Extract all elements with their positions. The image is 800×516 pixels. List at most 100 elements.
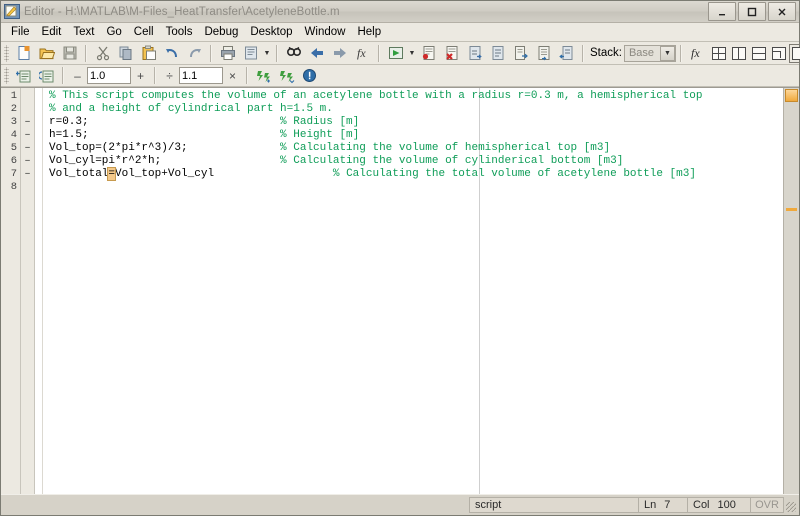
code-line[interactable]: h=1.5; % Height [m]	[43, 129, 783, 142]
menu-tools[interactable]: Tools	[160, 25, 199, 39]
statusbar: script Ln 7 Col 100 OVR	[1, 494, 799, 515]
step-in-button[interactable]	[486, 43, 509, 64]
line-number: 6	[10, 155, 17, 167]
fx-browser-button[interactable]: fx	[686, 43, 709, 64]
maximize-layout-icon[interactable]	[788, 43, 800, 63]
save-button[interactable]	[58, 43, 81, 64]
tile-2-vertical-icon[interactable]	[731, 46, 746, 60]
line-number: 5	[10, 142, 17, 154]
tile-4-icon[interactable]	[711, 46, 726, 60]
breakpoint-mark[interactable]: –	[21, 129, 34, 142]
menu-window[interactable]: Window	[299, 25, 352, 39]
find-button[interactable]	[282, 43, 305, 64]
insert-cell-divider-icon[interactable]	[12, 65, 35, 86]
line-number: 7	[10, 168, 17, 180]
print-button[interactable]	[216, 43, 239, 64]
function-browser-button[interactable]: fx	[351, 43, 374, 64]
paste-button[interactable]	[137, 43, 160, 64]
exit-debug-button[interactable]	[555, 43, 578, 64]
decrement-label: –	[74, 68, 81, 83]
code-token: Vol_total	[49, 168, 109, 180]
undo-button[interactable]	[160, 43, 183, 64]
code-line[interactable]: Vol_cyl=pi*r^2*h; % Calculating the volu…	[43, 155, 783, 168]
main-toolbar: ▼ fx ▼ Stack: Base ▼ fx	[1, 42, 800, 65]
code-line[interactable]: r=0.3; % Radius [m]	[43, 116, 783, 129]
code-line[interactable]: Vol_top=(2*pi*r^3)/3; % Calculating the …	[43, 142, 783, 155]
evaluate-cell-icon[interactable]	[252, 65, 275, 86]
cell-divide-input[interactable]	[179, 67, 223, 84]
multiply-label: ×	[228, 68, 236, 83]
new-file-button[interactable]	[12, 43, 35, 64]
menu-help[interactable]: Help	[351, 25, 387, 39]
overwrite-status: OVR	[750, 497, 784, 513]
minimize-button[interactable]	[708, 2, 736, 21]
run-button[interactable]	[384, 43, 407, 64]
copy-button[interactable]	[114, 43, 137, 64]
menu-debug[interactable]: Debug	[198, 25, 244, 39]
code-line[interactable]: % This script computes the volume of an …	[43, 90, 783, 103]
menu-desktop[interactable]: Desktop	[244, 25, 298, 39]
float-icon[interactable]	[771, 46, 786, 60]
column-status: Col 100	[687, 497, 751, 513]
toolbar-separator	[276, 44, 278, 62]
open-file-button[interactable]	[35, 43, 58, 64]
set-breakpoint-button[interactable]	[417, 43, 440, 64]
stack-combo[interactable]: Base ▼	[623, 44, 676, 62]
breakpoint-mark[interactable]: –	[21, 155, 34, 168]
breakpoint-mark[interactable]: –	[21, 168, 34, 181]
vertical-scrollbar[interactable]	[783, 88, 799, 494]
evaluate-cell-advance-icon[interactable]	[275, 65, 298, 86]
step-out-button[interactable]	[509, 43, 532, 64]
back-button[interactable]	[305, 43, 328, 64]
code-lines: % This script computes the volume of an …	[43, 90, 783, 194]
cell-subtract-input[interactable]	[87, 67, 131, 84]
scrollbar-thumb[interactable]	[785, 89, 798, 102]
breakpoint-gutter[interactable]: – – – – –	[21, 88, 35, 494]
window-resize-grip[interactable]	[784, 497, 798, 513]
code-line[interactable]	[43, 181, 783, 194]
stack-label: Stack:	[590, 47, 622, 59]
breakpoint-mark[interactable]	[21, 90, 34, 103]
redo-button[interactable]	[183, 43, 206, 64]
breakpoint-mark[interactable]	[21, 181, 34, 194]
continue-button[interactable]	[532, 43, 555, 64]
code-fold-gutter[interactable]	[35, 88, 43, 494]
toolbar-separator	[582, 44, 584, 62]
print-dropdown-caret[interactable]: ▼	[262, 44, 272, 63]
cell-help-icon[interactable]	[298, 65, 321, 86]
breakpoint-mark[interactable]: –	[21, 116, 34, 129]
maximize-button[interactable]	[738, 2, 766, 21]
code-line[interactable]: Vol_total=Vol_top+Vol_cyl % Calculating …	[43, 167, 783, 181]
cut-button[interactable]	[91, 43, 114, 64]
menu-cell[interactable]: Cell	[128, 25, 160, 39]
toolbar-separator	[679, 44, 682, 62]
code-line[interactable]: % and a height of cylindrical part h=1.5…	[43, 103, 783, 116]
code-text-area[interactable]: % This script computes the volume of an …	[43, 88, 783, 494]
cell-toolbar: – + ÷ ×	[1, 65, 799, 87]
breakpoint-mark[interactable]	[21, 103, 34, 116]
step-button[interactable]	[463, 43, 486, 64]
menu-edit[interactable]: Edit	[36, 25, 68, 39]
forward-button[interactable]	[328, 43, 351, 64]
cell-toolbar-grip[interactable]	[4, 67, 9, 84]
close-button[interactable]	[768, 2, 796, 21]
toolbar-separator	[62, 67, 64, 84]
clear-breakpoints-button[interactable]	[440, 43, 463, 64]
line-status-value: 7	[664, 499, 671, 511]
code-comment: % Radius [m]	[280, 116, 360, 128]
line-status: Ln 7	[638, 497, 688, 513]
toolbar-separator	[246, 67, 248, 84]
run-dropdown-caret[interactable]: ▼	[407, 44, 417, 63]
code-token: Vol_top=(2*pi*r^3)/3;	[49, 142, 281, 154]
tile-2-horizontal-icon[interactable]	[751, 46, 766, 60]
menu-text[interactable]: Text	[67, 25, 100, 39]
toolbar-grip[interactable]	[4, 44, 9, 62]
menu-file[interactable]: File	[5, 25, 36, 39]
divide-label: ÷	[166, 68, 173, 83]
menu-go[interactable]: Go	[100, 25, 127, 39]
breakpoint-mark[interactable]: –	[21, 142, 34, 155]
matlab-editor-window: Editor - H:\MATLAB\M-Files_HeatTransfer\…	[0, 0, 800, 516]
insert-cell-divider-selection-icon[interactable]	[35, 65, 58, 86]
editor-area: 1 2 3 4 5 6 7 8 – – – – – % This script …	[1, 87, 799, 494]
print-preview-button[interactable]	[239, 43, 262, 64]
